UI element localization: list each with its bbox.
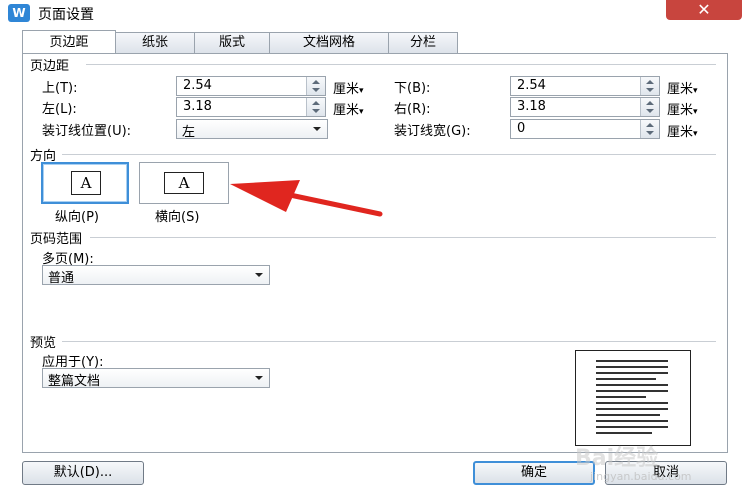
- page-range-divider: [90, 237, 716, 238]
- gutter-width-label: 装订线宽(G):: [394, 124, 471, 139]
- left-margin-input[interactable]: 3.18: [176, 97, 326, 117]
- top-margin-value: 2.54: [183, 78, 212, 93]
- bottom-margin-value: 2.54: [517, 78, 546, 93]
- tab-margins[interactable]: 页边距: [22, 30, 116, 55]
- bottom-margin-label: 下(B):: [394, 81, 431, 96]
- right-margin-value: 3.18: [517, 99, 546, 114]
- landscape-page-icon: A: [164, 172, 204, 194]
- top-margin-input[interactable]: 2.54: [176, 76, 326, 96]
- tab-columns[interactable]: 分栏: [388, 32, 458, 53]
- preview-divider: [62, 341, 716, 342]
- top-margin-unit[interactable]: 厘米▾: [333, 78, 364, 97]
- right-margin-spinner[interactable]: [640, 98, 659, 116]
- window-title: 页面设置: [38, 7, 94, 23]
- gutter-width-spinner[interactable]: [640, 120, 659, 138]
- app-logo-icon: W: [8, 4, 30, 22]
- landscape-button[interactable]: A: [139, 162, 229, 204]
- multiple-pages-select[interactable]: 普通: [42, 265, 270, 286]
- tab-paper[interactable]: 纸张: [115, 32, 195, 53]
- margins-divider: [86, 64, 716, 65]
- annotation-arrow-icon: [230, 180, 383, 217]
- watermark-url: jingyan.baidu.com: [590, 470, 692, 483]
- bottom-margin-input[interactable]: 2.54: [510, 76, 660, 96]
- preview-page: [575, 350, 691, 446]
- page-range-section-title: 页码范围: [30, 232, 83, 247]
- gutter-position-value: 左: [182, 125, 196, 140]
- margins-section-title: 页边距: [30, 59, 70, 74]
- bottom-margin-spinner[interactable]: [640, 77, 659, 95]
- left-margin-unit[interactable]: 厘米▾: [333, 99, 364, 118]
- apply-to-select[interactable]: 整篇文档: [42, 368, 270, 389]
- orientation-divider: [62, 154, 716, 155]
- gutter-width-unit[interactable]: 厘米▾: [667, 121, 698, 140]
- gutter-position-select[interactable]: 左: [176, 119, 328, 140]
- right-margin-unit[interactable]: 厘米▾: [667, 99, 698, 118]
- left-margin-value: 3.18: [183, 99, 212, 114]
- top-margin-spinner[interactable]: [306, 77, 325, 95]
- left-margin-spinner[interactable]: [306, 98, 325, 116]
- gutter-position-label: 装订线位置(U):: [42, 124, 132, 139]
- close-button[interactable]: ✕: [666, 0, 742, 20]
- right-margin-input[interactable]: 3.18: [510, 97, 660, 117]
- multiple-pages-value: 普通: [48, 271, 75, 286]
- preview-section-title: 预览: [30, 336, 57, 351]
- tab-layout[interactable]: 版式: [194, 32, 270, 53]
- gutter-width-input[interactable]: 0: [510, 119, 660, 139]
- default-button[interactable]: 默认(D)...: [22, 461, 144, 485]
- left-margin-label: 左(L):: [42, 102, 77, 117]
- title-bar: W 页面设置 ✕: [0, 0, 750, 26]
- bottom-margin-unit[interactable]: 厘米▾: [667, 78, 698, 97]
- right-margin-label: 右(R):: [394, 102, 431, 117]
- portrait-label: 纵向(P): [55, 210, 99, 225]
- portrait-page-icon: A: [71, 171, 101, 195]
- gutter-width-value: 0: [517, 121, 526, 136]
- chevron-down-icon: [313, 127, 321, 131]
- chevron-down-icon: [255, 273, 263, 277]
- tab-document-grid[interactable]: 文档网格: [269, 32, 389, 53]
- chevron-down-icon: [255, 376, 263, 380]
- landscape-label: 横向(S): [155, 210, 200, 225]
- watermark-logo: Bai经验: [575, 446, 659, 471]
- portrait-button[interactable]: A: [41, 162, 129, 204]
- apply-to-value: 整篇文档: [48, 374, 101, 389]
- top-margin-label: 上(T):: [42, 81, 78, 96]
